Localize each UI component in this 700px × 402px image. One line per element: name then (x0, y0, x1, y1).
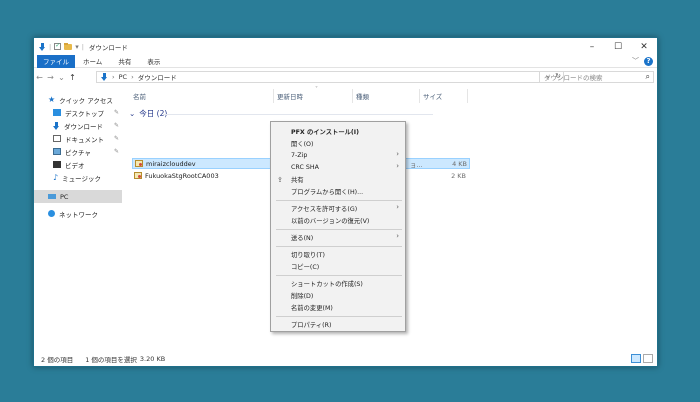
column-header-name[interactable]: 名前 (133, 91, 146, 103)
desktop-icon (53, 109, 61, 116)
menu-item-open-with[interactable]: プログラムから開く(H)... (271, 186, 405, 197)
submenu-arrow-icon: › (396, 150, 399, 158)
pin-icon: ✎ (113, 109, 119, 116)
menu-item-install-pfx[interactable]: PFX のインストール(I) (271, 126, 405, 137)
new-folder-icon[interactable] (64, 42, 73, 50)
file-size: 2 KB (451, 171, 466, 180)
menu-item-cut[interactable]: 切り取り(T) (271, 249, 405, 260)
menu-item-rename[interactable]: 名前の変更(M) (271, 302, 405, 313)
file-size: 4 KB (452, 159, 467, 168)
tab-file[interactable]: ファイル (37, 54, 75, 68)
menu-item-open[interactable]: 開く(O) (271, 138, 405, 149)
nav-item-documents[interactable]: ドキュメント ✎ (34, 132, 122, 145)
menu-item-properties[interactable]: プロパティ(R) (271, 319, 405, 330)
back-button[interactable]: ← (34, 73, 45, 82)
download-icon (53, 121, 60, 130)
pin-icon: ✎ (113, 135, 119, 142)
certificate-icon (134, 172, 142, 179)
videos-icon (53, 161, 61, 168)
menu-separator (276, 229, 402, 230)
menu-item-delete[interactable]: 削除(D) (271, 290, 405, 301)
download-folder-icon (101, 73, 108, 81)
customize-toolbar-icon[interactable]: ▾ (75, 43, 79, 51)
share-icon: ⇪ (277, 176, 283, 184)
submenu-arrow-icon: › (396, 162, 399, 170)
pin-icon: ✎ (113, 122, 119, 129)
nav-item-desktop[interactable]: デスクトップ ✎ (34, 106, 122, 119)
column-header-type[interactable]: 種類 (356, 91, 369, 103)
pc-icon (48, 194, 56, 199)
tab-home[interactable]: ホーム (75, 55, 110, 68)
menu-item-restore-versions[interactable]: 以前のバージョンの復元(V) (271, 215, 405, 226)
download-arrow-icon (39, 42, 46, 51)
up-button[interactable]: ↑ (67, 73, 78, 82)
menu-separator (276, 246, 402, 247)
breadcrumb-downloads[interactable]: ダウンロード (138, 72, 177, 82)
quick-access-toolbar: | ▾ | ダウンロード (34, 42, 128, 52)
menu-item-crc-sha[interactable]: CRC SHA › (271, 162, 405, 173)
menu-item-copy[interactable]: コピー(C) (271, 261, 405, 272)
column-header-size[interactable]: サイズ (423, 91, 442, 103)
status-bar: 2 個の項目 1 個の項目を選択 3.20 KB (34, 352, 657, 366)
star-icon: ★ (48, 94, 56, 104)
ribbon-tabs: ファイル ホーム 共有 表示 ﹀ ? (34, 54, 657, 68)
status-item-count: 2 個の項目 (41, 356, 74, 364)
column-header-modified[interactable]: 更新日時 (277, 91, 303, 103)
menu-separator (276, 200, 402, 201)
pin-icon: ✎ (113, 148, 119, 155)
nav-item-network[interactable]: ネットワーク (34, 207, 122, 220)
address-row: ← → ⌄ ↑ › PC › ダウンロード ⌄ ↻ ダウンロードの検索 ⌕ (34, 69, 657, 85)
sort-indicator-icon: ˅ (315, 86, 318, 93)
properties-icon[interactable] (54, 42, 62, 50)
help-icon[interactable]: ? (644, 56, 653, 66)
documents-icon (53, 135, 61, 142)
pictures-icon (53, 148, 61, 155)
forward-button[interactable]: → (45, 73, 56, 82)
title-bar: | ▾ | ダウンロード – ☐ ✕ (34, 38, 657, 55)
menu-item-7zip[interactable]: 7-Zip › (271, 150, 405, 161)
chevron-down-icon: ⌄ (129, 108, 136, 118)
minimize-button[interactable]: – (579, 38, 605, 55)
search-input[interactable]: ダウンロードの検索 ⌕ (539, 71, 654, 83)
nav-item-downloads[interactable]: ダウンロード ✎ (34, 119, 122, 132)
details-view-button[interactable] (631, 354, 641, 363)
menu-item-share[interactable]: ⇪ 共有 (271, 174, 405, 185)
nav-quick-access[interactable]: ★ クイック アクセス (34, 93, 122, 106)
search-icon[interactable]: ⌕ (646, 72, 650, 82)
menu-item-send-to[interactable]: 送る(N) › (271, 232, 405, 243)
menu-separator (276, 275, 402, 276)
network-icon (48, 210, 55, 217)
certificate-icon (135, 160, 143, 167)
status-selection: 1 個の項目を選択 (85, 356, 137, 364)
context-menu: PFX のインストール(I) 開く(O) 7-Zip › CRC SHA › ⇪… (270, 121, 406, 332)
nav-item-music[interactable]: ♪ ミュージック (34, 171, 122, 184)
submenu-arrow-icon: › (396, 232, 399, 240)
maximize-button[interactable]: ☐ (605, 38, 631, 55)
file-name: FukuokaStgRootCA003 (145, 171, 219, 180)
music-icon: ♪ (53, 172, 59, 182)
recent-locations-icon[interactable]: ⌄ (56, 73, 67, 82)
menu-item-create-shortcut[interactable]: ショートカットの作成(S) (271, 278, 405, 289)
status-selection-size: 3.20 KB (139, 355, 166, 363)
group-header-today[interactable]: ⌄ 今日 (2) (129, 107, 167, 119)
window-title: ダウンロード (88, 43, 128, 52)
file-type: ョ... (410, 160, 423, 169)
expand-ribbon-icon[interactable]: ﹀ (632, 56, 639, 66)
window-controls: – ☐ ✕ (579, 38, 657, 55)
large-icons-view-button[interactable] (643, 354, 653, 363)
navigation-pane: ★ クイック アクセス デスクトップ ✎ ダウンロード ✎ ドキュメント ✎ ピ… (34, 93, 122, 353)
nav-item-videos[interactable]: ビデオ (34, 158, 122, 171)
nav-item-pc[interactable]: PC (34, 190, 122, 203)
tab-share[interactable]: 共有 (110, 55, 139, 68)
address-bar[interactable]: › PC › ダウンロード ⌄ ↻ (96, 71, 564, 83)
breadcrumb-pc[interactable]: PC (119, 73, 127, 81)
close-button[interactable]: ✕ (631, 38, 657, 55)
nav-item-pictures[interactable]: ピクチャ ✎ (34, 145, 122, 158)
tab-view[interactable]: 表示 (139, 55, 168, 68)
file-name: miraizclouddev (146, 159, 196, 168)
menu-separator (276, 316, 402, 317)
submenu-arrow-icon: › (396, 203, 399, 211)
menu-item-give-access[interactable]: アクセスを許可する(G) › (271, 203, 405, 214)
